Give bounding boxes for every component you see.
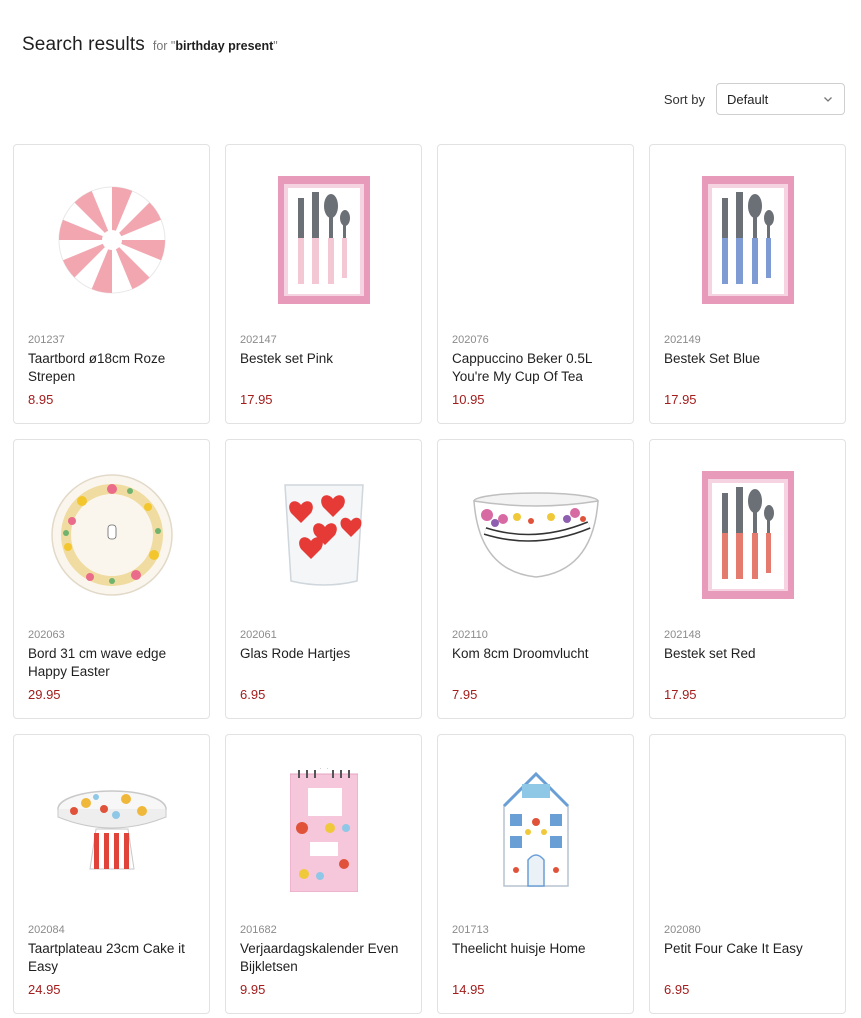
product-sku: 202110 [452, 629, 488, 641]
birthday-calendar-image [289, 768, 358, 892]
product-price: 29.95 [28, 687, 61, 702]
sort-control: Sort by Default [664, 83, 845, 115]
product-name[interactable]: Bord 31 cm wave edge Happy Easter [28, 645, 197, 681]
product-name[interactable]: Theelicht huisje Home [452, 940, 621, 958]
product-sku: 202148 [664, 629, 701, 641]
cutlery-set-blue-image [701, 176, 794, 304]
product-card[interactable]: 202149 Bestek Set Blue 17.95 [649, 144, 846, 424]
easter-plate-image [50, 474, 173, 596]
product-card[interactable]: 202076 Cappuccino Beker 0.5L You're My C… [437, 144, 634, 424]
for-suffix: " [273, 39, 278, 53]
product-sku: 202147 [240, 334, 277, 346]
product-name[interactable]: Kom 8cm Droomvlucht [452, 645, 621, 663]
product-sku: 201682 [240, 924, 277, 936]
product-name[interactable]: Taartbord ø18cm Roze Strepen [28, 350, 197, 386]
product-card[interactable]: 202084 Taartplateau 23cm Cake it Easy 24… [13, 734, 210, 1014]
product-sku: 202076 [452, 334, 489, 346]
product-price: 10.95 [452, 392, 485, 407]
product-price: 17.95 [240, 392, 273, 407]
cake-stand-image [56, 790, 167, 870]
cutlery-set-red-image [701, 471, 794, 599]
product-card[interactable]: 202080 Petit Four Cake It Easy 6.95 [649, 734, 846, 1014]
product-image[interactable] [438, 735, 633, 925]
product-sku: 202080 [664, 924, 701, 936]
product-sku: 202061 [240, 629, 277, 641]
chevron-down-icon [824, 97, 832, 102]
product-image[interactable] [14, 735, 209, 925]
product-image[interactable] [438, 145, 633, 335]
product-price: 17.95 [664, 687, 697, 702]
product-card[interactable]: 202110 Kom 8cm Droomvlucht 7.95 [437, 439, 634, 719]
page-header: Search results for "birthday present" [22, 34, 278, 56]
product-price: 6.95 [664, 982, 690, 997]
product-price: 8.95 [28, 392, 54, 407]
product-price: 14.95 [452, 982, 485, 997]
product-card[interactable]: 201682 Verjaardagskalender Even Bijklets… [225, 734, 422, 1014]
search-query: birthday present [175, 39, 274, 53]
page-title: Search results [22, 34, 145, 55]
product-image[interactable] [650, 440, 845, 630]
product-price: 24.95 [28, 982, 61, 997]
product-grid: 201237 Taartbord ø18cm Roze Strepen 8.95… [13, 144, 846, 1014]
product-card[interactable]: 202147 Bestek set Pink 17.95 [225, 144, 422, 424]
product-name[interactable]: Bestek set Red [664, 645, 833, 663]
product-image[interactable] [226, 145, 421, 335]
product-name[interactable]: Verjaardagskalender Even Bijkletsen [240, 940, 409, 976]
product-name[interactable]: Bestek set Pink [240, 350, 409, 368]
product-price: 7.95 [452, 687, 478, 702]
product-card[interactable]: 202061 Glas Rode Hartjes 6.95 [225, 439, 422, 719]
product-price: 6.95 [240, 687, 266, 702]
product-image[interactable] [226, 440, 421, 630]
pink-stripe-plate-image [58, 186, 165, 294]
product-card[interactable]: 201713 Theelicht huisje Home 14.95 [437, 734, 634, 1014]
product-sku: 201713 [452, 924, 489, 936]
product-sku: 201237 [28, 334, 65, 346]
sort-label: Sort by [663, 91, 705, 107]
product-name[interactable]: Glas Rode Hartjes [240, 645, 409, 663]
product-card[interactable]: 201237 Taartbord ø18cm Roze Strepen 8.95 [13, 144, 210, 424]
product-sku: 202149 [664, 334, 701, 346]
product-name[interactable]: Bestek Set Blue [664, 350, 833, 368]
flower-bowl-image [472, 492, 599, 578]
product-price: 17.95 [664, 392, 697, 407]
product-image[interactable] [438, 440, 633, 630]
cutlery-set-pink-image [277, 176, 370, 304]
product-name[interactable]: Cappuccino Beker 0.5L You're My Cup Of T… [452, 350, 621, 386]
product-sku: 202084 [28, 924, 65, 936]
heart-glass-image [283, 484, 364, 586]
product-image[interactable] [14, 440, 209, 630]
search-query-label: for "birthday present" [153, 39, 278, 53]
sort-selected-value: Default [727, 91, 769, 107]
product-card[interactable]: 202148 Bestek set Red 17.95 [649, 439, 846, 719]
product-image[interactable] [650, 145, 845, 335]
tealight-house-image [502, 771, 569, 887]
product-name[interactable]: Petit Four Cake It Easy [664, 940, 833, 958]
sort-dropdown[interactable]: Default [716, 83, 845, 115]
for-prefix: for " [152, 39, 176, 53]
product-sku: 202063 [28, 629, 65, 641]
product-image[interactable] [650, 735, 845, 925]
product-price: 9.95 [240, 982, 266, 997]
product-image[interactable] [226, 735, 421, 925]
product-image[interactable] [14, 145, 209, 335]
product-name[interactable]: Taartplateau 23cm Cake it Easy [28, 940, 197, 976]
product-card[interactable]: 202063 Bord 31 cm wave edge Happy Easter… [13, 439, 210, 719]
